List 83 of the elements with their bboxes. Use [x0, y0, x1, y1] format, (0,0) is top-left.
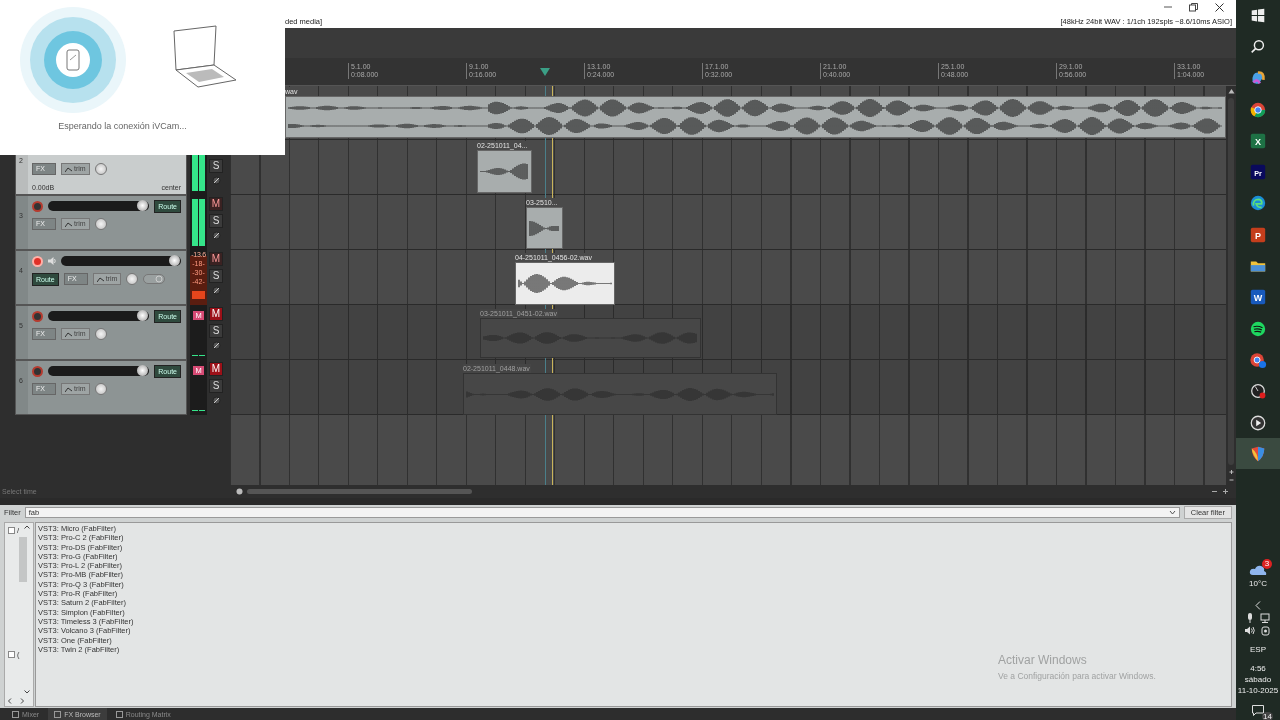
zoom-buttons-icon[interactable]	[1227, 469, 1235, 483]
letter-tile-icon[interactable]: W	[1249, 288, 1267, 307]
speaker-icon[interactable]	[1245, 626, 1256, 635]
camera-icon[interactable]	[1261, 626, 1271, 636]
letter-tile-icon[interactable]: P	[1249, 225, 1267, 244]
window-icon	[115, 710, 123, 718]
ring-logo-icon[interactable]	[1249, 100, 1267, 119]
clock[interactable]: 4:56 sábado 11-10-2025	[1237, 663, 1279, 696]
checkbox[interactable]	[8, 527, 15, 534]
window-icon	[54, 710, 62, 718]
close-icon[interactable]	[1215, 2, 1224, 12]
notification-icon[interactable]	[1252, 705, 1264, 716]
gauge-icon[interactable]	[1249, 382, 1267, 401]
record-arm-button[interactable]	[32, 310, 43, 322]
sound-waves-circle-icon[interactable]	[1249, 319, 1267, 338]
pan-knob[interactable]	[94, 328, 107, 340]
phase-icon[interactable]	[211, 231, 221, 240]
connection-status-text: Esperando la conexión iVCam...	[58, 121, 187, 131]
solo-button[interactable]: S	[209, 214, 223, 228]
volume-fader[interactable]	[61, 256, 181, 266]
checkbox[interactable]	[8, 651, 15, 658]
phase-icon[interactable]	[211, 176, 221, 185]
envelope-icon	[64, 166, 72, 172]
play-circle-icon[interactable]	[1249, 413, 1267, 432]
scroll-up-icon[interactable]	[24, 525, 30, 529]
audio-clip[interactable]	[526, 207, 563, 249]
playhead-marker-icon[interactable]	[540, 68, 550, 76]
volume-fader[interactable]	[48, 366, 150, 376]
weather-badge: 3	[1262, 559, 1272, 569]
toggle-pill-icon[interactable]	[143, 274, 166, 284]
audio-clip[interactable]	[463, 373, 777, 415]
waveform-drawing	[529, 218, 560, 238]
dropdown-caret-icon[interactable]	[1168, 510, 1176, 515]
temperature-text[interactable]: 10°C	[1249, 579, 1267, 588]
scrollbar-thumb[interactable]	[19, 537, 27, 582]
ring-logo-badge-icon[interactable]	[1249, 350, 1267, 369]
solo-button[interactable]: S	[209, 379, 223, 393]
envelope-icon	[64, 386, 72, 392]
notification-count: 14	[1262, 712, 1273, 720]
mute-button[interactable]: M	[209, 252, 223, 266]
zoom-buttons-icon[interactable]	[1210, 488, 1230, 495]
pan-knob[interactable]	[94, 383, 107, 395]
volume-fader[interactable]	[48, 201, 150, 211]
circle-button-icon[interactable]	[236, 488, 243, 495]
weather-cloud-icon[interactable]	[1249, 564, 1267, 576]
chevron-left-icon[interactable]	[1255, 601, 1261, 610]
solo-button[interactable]: S	[209, 324, 223, 338]
network-icon[interactable]	[1260, 613, 1270, 623]
language-indicator[interactable]: ESP	[1250, 645, 1266, 654]
scroll-down-icon[interactable]	[24, 690, 30, 694]
restore-icon[interactable]	[1189, 2, 1198, 12]
mute-button[interactable]: M	[209, 307, 223, 321]
mute-button[interactable]: M	[209, 362, 223, 376]
record-arm-button[interactable]	[32, 255, 43, 267]
envelope-icon	[64, 221, 72, 227]
pan-knob[interactable]	[94, 218, 107, 230]
solo-button[interactable]: S	[209, 269, 223, 283]
activation-title: Activar Windows	[998, 653, 1088, 667]
pan-knob[interactable]	[94, 163, 107, 175]
audio-clip[interactable]	[480, 318, 701, 358]
window-icon	[12, 710, 19, 718]
mute-button[interactable]: M	[209, 197, 223, 211]
solo-button[interactable]: S	[209, 159, 223, 173]
envelope-icon	[64, 331, 72, 337]
swirl-logo-icon[interactable]	[1249, 194, 1267, 213]
scroll-up-icon[interactable]	[1227, 88, 1235, 94]
letter-tile-icon[interactable]: X	[1249, 131, 1267, 150]
grid-logo-icon[interactable]	[1249, 6, 1267, 25]
shield-logo-icon[interactable]	[1249, 444, 1267, 463]
pan-knob[interactable]	[126, 273, 139, 285]
waveform-drawing	[480, 162, 529, 181]
phase-icon[interactable]	[211, 396, 221, 405]
letter-tile-icon[interactable]: Pr	[1249, 163, 1267, 182]
microphone-icon[interactable]	[1246, 613, 1254, 623]
record-arm-button[interactable]	[32, 365, 43, 377]
envelope-icon	[96, 276, 104, 282]
search-icon[interactable]	[1249, 37, 1267, 56]
volume-fader[interactable]	[48, 311, 150, 321]
audio-clip[interactable]	[515, 262, 615, 305]
audio-clip[interactable]	[477, 150, 532, 193]
phase-icon[interactable]	[211, 341, 221, 350]
record-arm-button[interactable]	[32, 200, 43, 212]
phase-icon[interactable]	[211, 286, 221, 295]
